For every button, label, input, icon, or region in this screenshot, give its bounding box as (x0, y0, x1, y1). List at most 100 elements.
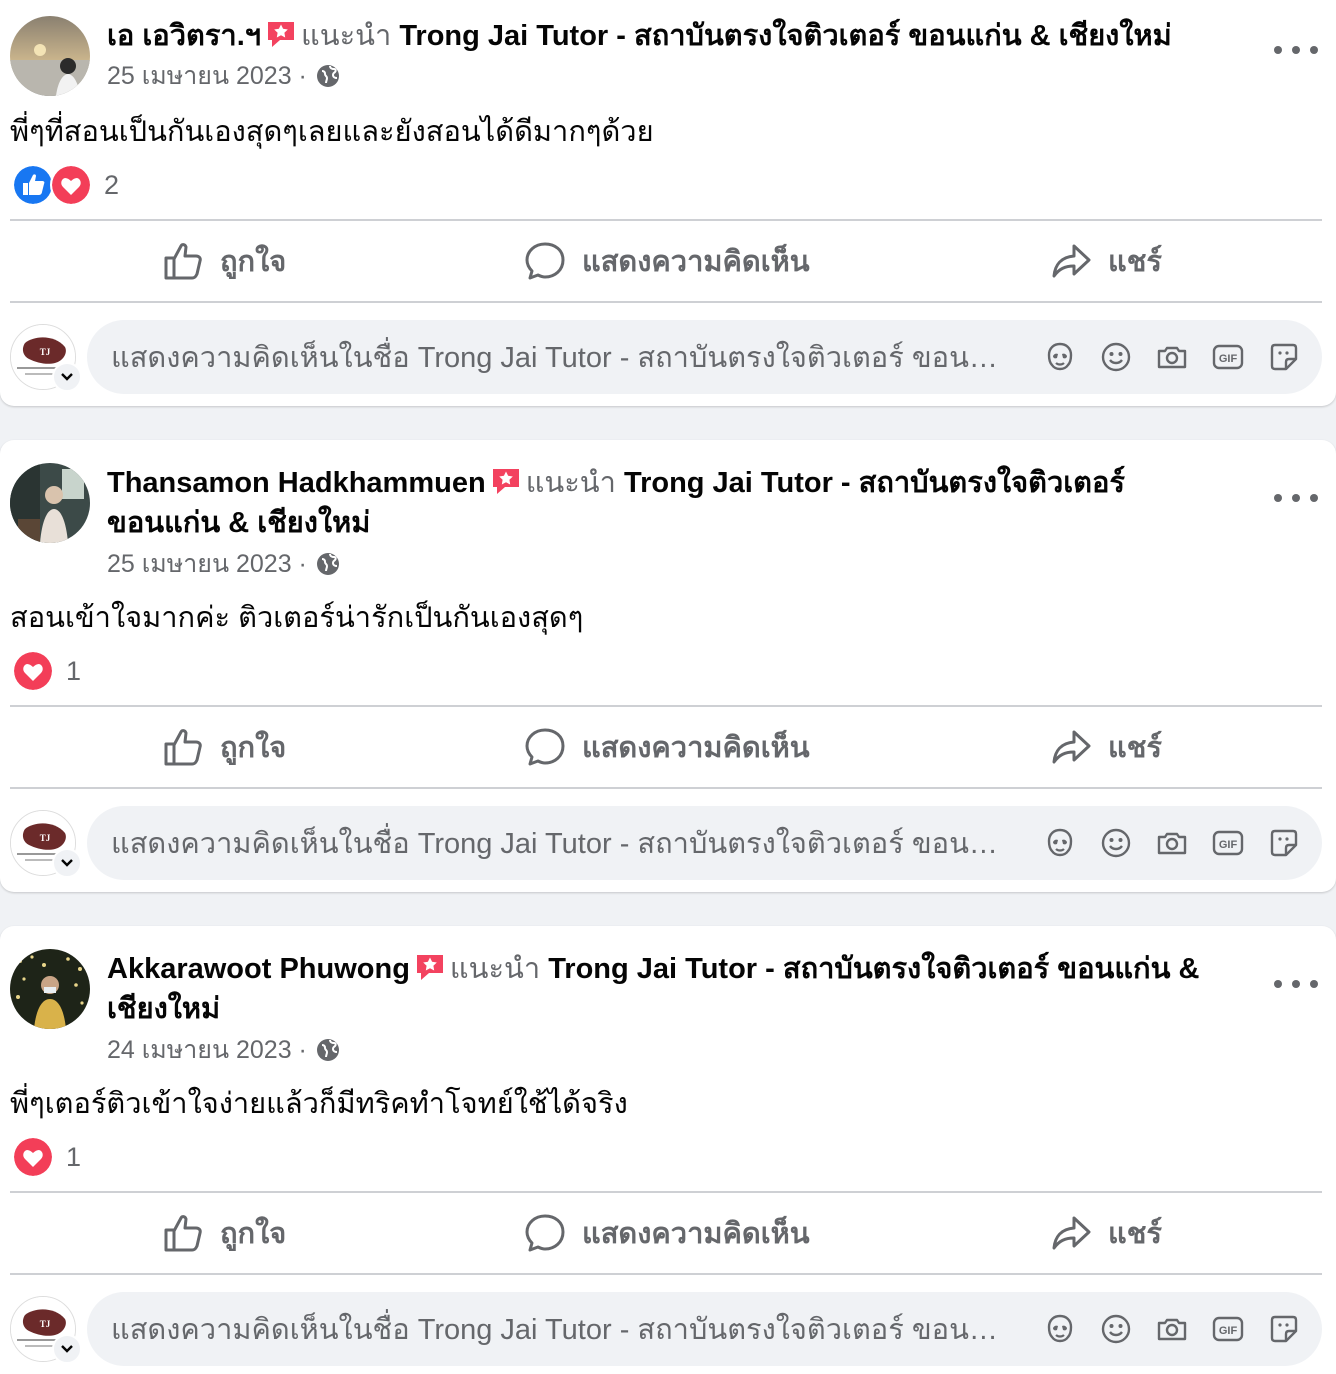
comment-button[interactable]: แสดงความคิดเห็น (524, 707, 810, 787)
post-headline: Thansamon Hadkhammuen แนะนำ Trong Jai Tut… (107, 463, 1222, 543)
action-bar: ถูกใจ แสดงความคิดเห็น แชร์ (10, 221, 1322, 301)
like-icon (162, 726, 204, 768)
comment-composer: แสดงความคิดเห็นในชื่อ Trong Jai Tutor - … (10, 806, 1322, 880)
avatar[interactable] (10, 949, 90, 1029)
share-button[interactable]: แชร์ (1050, 1193, 1162, 1273)
reaction-count: 2 (104, 169, 120, 200)
comment-icon (524, 240, 566, 282)
avatar-sticker-icon[interactable] (1044, 1313, 1076, 1345)
like-label: ถูกใจ (220, 246, 287, 278)
post-date-text[interactable]: 25 เมษายน 2023 · (107, 61, 307, 91)
emoji-icon[interactable] (1100, 1313, 1132, 1345)
comment-placeholder: แสดงความคิดเห็นในชื่อ Trong Jai Tutor - … (111, 342, 1011, 374)
comment-input[interactable]: แสดงความคิดเห็นในชื่อ Trong Jai Tutor - … (87, 1292, 1322, 1366)
reactions-summary[interactable]: 2 (12, 164, 120, 206)
author-name[interactable]: Thansamon Hadkhammuen (107, 467, 486, 499)
globe-icon (315, 551, 341, 577)
post-text: สอนเข้าใจมากค่ะ ติวเตอร์น่ารักเป็นกันเอง… (10, 602, 584, 634)
profile-switch-button[interactable] (52, 1334, 82, 1364)
recommends-label: แนะนำ (525, 467, 616, 499)
profile-switch-button[interactable] (52, 848, 82, 878)
comment-button[interactable]: แสดงความคิดเห็น (524, 221, 810, 301)
post-date-text[interactable]: 25 เมษายน 2023 · (107, 549, 307, 579)
recommends-label: แนะนำ (301, 20, 392, 52)
recommend-star-icon (414, 951, 446, 983)
comment-icon (524, 1212, 566, 1254)
comment-placeholder: แสดงความคิดเห็นในชื่อ Trong Jai Tutor - … (111, 1314, 1011, 1346)
emoji-icon[interactable] (1100, 341, 1132, 373)
post-card: Thansamon Hadkhammuen แนะนำ Trong Jai Tut… (0, 440, 1336, 892)
love-reaction-icon (12, 1136, 54, 1178)
share-label: แชร์ (1108, 1218, 1162, 1250)
comment-input[interactable]: แสดงความคิดเห็นในชื่อ Trong Jai Tutor - … (87, 806, 1322, 880)
comment-input[interactable]: แสดงความคิดเห็นในชื่อ Trong Jai Tutor - … (87, 320, 1322, 394)
share-label: แชร์ (1108, 246, 1162, 278)
page-link[interactable]: Trong Jai Tutor - สถาบันตรงใจติวเตอร์ ขอ… (399, 20, 1171, 52)
more-options-button[interactable] (1274, 488, 1318, 508)
post-card: Akkarawoot Phuwong แนะนำ Trong Jai Tutor … (0, 926, 1336, 1374)
reaction-count: 1 (66, 1141, 82, 1172)
comment-icon (524, 726, 566, 768)
share-icon (1050, 240, 1092, 282)
recommend-star-icon (490, 465, 522, 497)
author-name[interactable]: Akkarawoot Phuwong (107, 953, 410, 985)
sticker-icon[interactable] (1268, 1313, 1300, 1345)
post-date-text[interactable]: 24 เมษายน 2023 · (107, 1035, 307, 1065)
camera-icon[interactable] (1156, 341, 1188, 373)
share-button[interactable]: แชร์ (1050, 221, 1162, 301)
chevron-down-icon (59, 855, 75, 871)
avatar[interactable] (10, 16, 90, 96)
profile-switch-button[interactable] (52, 362, 82, 392)
comment-tools (1044, 1292, 1300, 1366)
share-button[interactable]: แชร์ (1050, 707, 1162, 787)
comment-tools (1044, 320, 1300, 394)
share-label: แชร์ (1108, 732, 1162, 764)
share-icon (1050, 726, 1092, 768)
post-headline: Akkarawoot Phuwong แนะนำ Trong Jai Tutor … (107, 949, 1222, 1029)
action-bar: ถูกใจ แสดงความคิดเห็น แชร์ (10, 1193, 1322, 1273)
recommends-label: แนะนำ (449, 953, 541, 985)
more-options-button[interactable] (1274, 40, 1318, 60)
action-bar: ถูกใจ แสดงความคิดเห็น แชร์ (10, 707, 1322, 787)
emoji-icon[interactable] (1100, 827, 1132, 859)
camera-icon[interactable] (1156, 1313, 1188, 1345)
share-icon (1050, 1212, 1092, 1254)
like-button[interactable]: ถูกใจ (162, 707, 286, 787)
reactions-summary[interactable]: 1 (12, 1136, 82, 1178)
like-label: ถูกใจ (220, 732, 287, 764)
recommend-star-icon (265, 18, 297, 50)
chevron-down-icon (59, 1341, 75, 1357)
comment-tools (1044, 806, 1300, 880)
love-reaction-icon (12, 650, 54, 692)
like-reaction-icon (12, 164, 54, 206)
globe-icon (315, 63, 341, 89)
comment-label: แสดงความคิดเห็น (582, 732, 810, 764)
gif-icon[interactable] (1212, 1313, 1244, 1345)
post-date: 25 เมษายน 2023 · (107, 61, 341, 91)
divider (10, 787, 1322, 789)
like-button[interactable]: ถูกใจ (162, 1193, 286, 1273)
more-options-button[interactable] (1274, 974, 1318, 994)
globe-icon (315, 1037, 341, 1063)
author-name[interactable]: เอ เอวิตรา.ฯ (107, 20, 261, 52)
camera-icon[interactable] (1156, 827, 1188, 859)
comment-label: แสดงความคิดเห็น (582, 1218, 810, 1250)
comment-composer: แสดงความคิดเห็นในชื่อ Trong Jai Tutor - … (10, 1292, 1322, 1366)
avatar-sticker-icon[interactable] (1044, 341, 1076, 373)
post-text: พี่ๆที่สอนเป็นกันเองสุดๆเลยและยังสอนได้ด… (10, 116, 654, 148)
gif-icon[interactable] (1212, 341, 1244, 373)
sticker-icon[interactable] (1268, 827, 1300, 859)
reactions-summary[interactable]: 1 (12, 650, 81, 692)
sticker-icon[interactable] (1268, 341, 1300, 373)
comment-button[interactable]: แสดงความคิดเห็น (524, 1193, 810, 1273)
like-icon (162, 240, 204, 282)
divider (10, 301, 1322, 303)
avatar-sticker-icon[interactable] (1044, 827, 1076, 859)
post-date: 25 เมษายน 2023 · (107, 549, 341, 579)
comment-placeholder: แสดงความคิดเห็นในชื่อ Trong Jai Tutor - … (111, 828, 1011, 860)
like-button[interactable]: ถูกใจ (162, 221, 286, 301)
avatar[interactable] (10, 463, 90, 543)
like-icon (162, 1212, 204, 1254)
post-text: พี่ๆเตอร์ติวเข้าใจง่ายแล้วก็มีทริคทำโจทย… (10, 1088, 628, 1120)
gif-icon[interactable] (1212, 827, 1244, 859)
